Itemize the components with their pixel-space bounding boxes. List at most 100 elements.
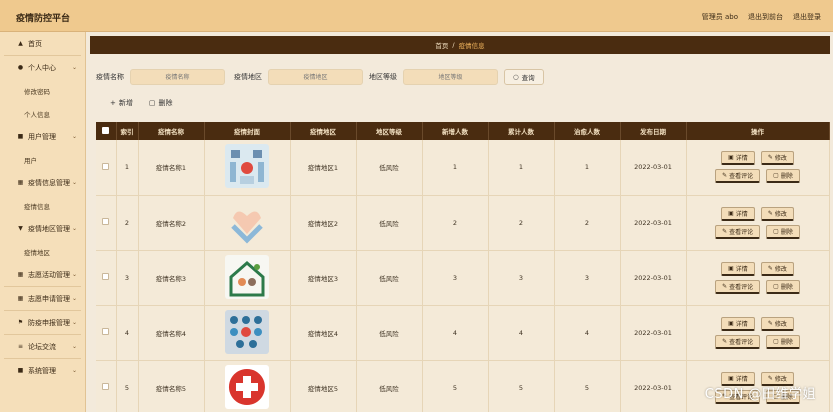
- cell-area: 疫情地区3: [290, 250, 357, 306]
- pencil-icon: ✎: [767, 319, 773, 327]
- row-checkbox[interactable]: [96, 140, 117, 196]
- detail-label: 详情: [735, 265, 748, 273]
- table-header-row: 索引 疫情名称 疫情封面 疫情地区 地区等级 新增人数 累计人数 治愈人数 发布…: [96, 122, 830, 140]
- delete-button[interactable]: ▢ 删除: [766, 279, 800, 294]
- sidebar-item-volunteer-apply[interactable]: ▦ 志愿申请管理 ⌄: [0, 287, 85, 310]
- cell-cured: 1: [554, 140, 621, 196]
- cell-level: 低风险: [356, 250, 423, 306]
- row-checkbox[interactable]: [96, 250, 117, 306]
- delete-button[interactable]: ▢ 删除: [766, 334, 800, 349]
- name-label: 疫情名称: [96, 73, 124, 81]
- edit-button[interactable]: ✎ 修改: [760, 151, 794, 166]
- select-all-checkbox[interactable]: [96, 122, 117, 140]
- breadcrumb-separator: /: [452, 41, 455, 49]
- cover-image: [225, 364, 269, 409]
- front-link[interactable]: 退出到前台: [748, 12, 783, 22]
- sidebar-item-label: 志愿申请管理: [28, 294, 70, 303]
- sidebar-sub-epidemic-area[interactable]: 疫情地区: [0, 240, 85, 263]
- sidebar-item-label: 志愿活动管理: [28, 270, 70, 279]
- sidebar-item-prevention-report[interactable]: ⚑ 防疫申报管理 ⌄: [0, 311, 85, 334]
- detail-button[interactable]: ▣ 详情: [721, 261, 755, 276]
- edit-label: 修改: [774, 320, 787, 328]
- chevron-down-icon: ⌄: [71, 367, 77, 374]
- search-form: 疫情名称 疫情地区 地区等级 ○ 查询: [96, 68, 544, 86]
- col-header[interactable]: 治愈人数: [554, 122, 621, 140]
- sidebar-item-personal[interactable]: ● 个人中心 ⌄: [0, 56, 85, 79]
- cell-name: 疫情名称3: [138, 250, 205, 306]
- cell-name: 疫情名称4: [138, 305, 205, 361]
- grid-icon: ▦: [17, 179, 24, 186]
- cell-total: 2: [488, 195, 555, 251]
- name-input[interactable]: [130, 69, 225, 85]
- comments-button[interactable]: ✎ 查看评论: [715, 334, 761, 349]
- sidebar-item-label: 系统管理: [28, 366, 56, 375]
- col-header[interactable]: 发布日期: [620, 122, 687, 140]
- chevron-down-icon: ⌄: [71, 64, 77, 71]
- sidebar-item-label: 论坛交流: [28, 342, 56, 351]
- cell-cured: 5: [554, 360, 621, 412]
- cell-total: 4: [488, 305, 555, 361]
- query-button[interactable]: ○ 查询: [504, 69, 544, 85]
- cell-new: 5: [422, 360, 489, 412]
- add-button[interactable]: + 新增: [110, 98, 133, 108]
- sidebar: ▲ 首页 ● 个人中心 ⌄ 修改密码 个人信息 ■ 用户管理 ⌄ 用户 ▦ 疫情…: [0, 32, 86, 412]
- cell-cured: 4: [554, 305, 621, 361]
- sidebar-item-home[interactable]: ▲ 首页: [0, 32, 85, 55]
- detail-button[interactable]: ▣ 详情: [721, 206, 755, 221]
- pencil-icon: ✎: [767, 154, 773, 162]
- detail-button[interactable]: ▣ 详情: [721, 151, 755, 166]
- row-checkbox[interactable]: [96, 305, 117, 361]
- detail-label: 详情: [735, 320, 748, 328]
- current-user: 管理员 abo: [701, 13, 738, 21]
- sidebar-sub-epidemic-info[interactable]: 疫情信息: [0, 194, 85, 217]
- level-input[interactable]: [403, 69, 498, 85]
- edit-button[interactable]: ✎ 修改: [760, 316, 794, 331]
- col-header[interactable]: 新增人数: [422, 122, 489, 140]
- main-content: 首页 / 疫情信息 疫情名称 疫情地区 地区等级 ○ 查询 + 新增 ▢ 删除: [90, 36, 830, 412]
- row-checkbox[interactable]: [96, 360, 117, 412]
- trash-icon: ▢: [773, 282, 779, 290]
- add-label: 新增: [118, 99, 133, 107]
- trash-icon: ▢: [148, 99, 156, 107]
- sidebar-sub-users[interactable]: 用户: [0, 148, 85, 171]
- comments-button[interactable]: ✎ 查看评论: [715, 279, 761, 294]
- cover-image: [225, 144, 269, 189]
- trash-icon: ▢: [773, 337, 779, 345]
- edit-button[interactable]: ✎ 修改: [760, 261, 794, 276]
- delete-label: 删除: [780, 228, 793, 236]
- delete-button[interactable]: ▢ 删除: [766, 169, 800, 184]
- breadcrumb-home[interactable]: 首页: [435, 40, 448, 50]
- edit-label: 修改: [774, 210, 787, 218]
- row-checkbox[interactable]: [96, 195, 117, 251]
- sidebar-item-label: 疫情信息管理: [28, 178, 70, 187]
- cell-ops: ▣ 详情 ✎ 修改 ✎ 查看评论 ▢ 删除: [686, 140, 830, 196]
- sidebar-item-user-mgmt[interactable]: ■ 用户管理 ⌄: [0, 125, 85, 148]
- cell-new: 3: [422, 250, 489, 306]
- sidebar-sub-change-password[interactable]: 修改密码: [0, 79, 85, 102]
- col-header[interactable]: 累计人数: [488, 122, 555, 140]
- col-header[interactable]: 地区等级: [356, 122, 423, 140]
- breadcrumb: 首页 / 疫情信息: [90, 36, 830, 54]
- batch-delete-button[interactable]: ▢ 删除: [149, 98, 173, 108]
- pencil-icon: ✎: [722, 337, 728, 345]
- comments-button[interactable]: ✎ 查看评论: [715, 169, 761, 184]
- edit-button[interactable]: ✎ 修改: [760, 206, 794, 221]
- comments-button[interactable]: ✎ 查看评论: [715, 224, 761, 239]
- area-input[interactable]: [268, 69, 363, 85]
- sidebar-item-epidemic-info[interactable]: ▦ 疫情信息管理 ⌄: [0, 171, 85, 194]
- sidebar-item-epidemic-area[interactable]: ▼ 疫情地区管理 ⌄: [0, 217, 85, 240]
- sidebar-item-forum[interactable]: ≡ 论坛交流 ⌄: [0, 335, 85, 358]
- cell-name: 疫情名称5: [138, 360, 205, 412]
- sidebar-sub-profile[interactable]: 个人信息: [0, 102, 85, 125]
- col-header[interactable]: 疫情名称: [138, 122, 205, 140]
- top-links: 管理员 abo 退出到前台 退出登录: [702, 12, 821, 22]
- delete-button[interactable]: ▢ 删除: [766, 224, 800, 239]
- cell-index: 4: [116, 305, 139, 361]
- sidebar-item-system[interactable]: ■ 系统管理 ⌄: [0, 359, 85, 382]
- col-header[interactable]: 疫情地区: [290, 122, 357, 140]
- logout-link[interactable]: 退出登录: [793, 12, 821, 22]
- sidebar-item-volunteer-activity[interactable]: ▦ 志愿活动管理 ⌄: [0, 263, 85, 286]
- cell-area: 疫情地区2: [290, 195, 357, 251]
- cell-ops: ▣ 详情 ✎ 修改 ✎ 查看评论 ▢ 删除: [686, 195, 830, 251]
- detail-button[interactable]: ▣ 详情: [721, 316, 755, 331]
